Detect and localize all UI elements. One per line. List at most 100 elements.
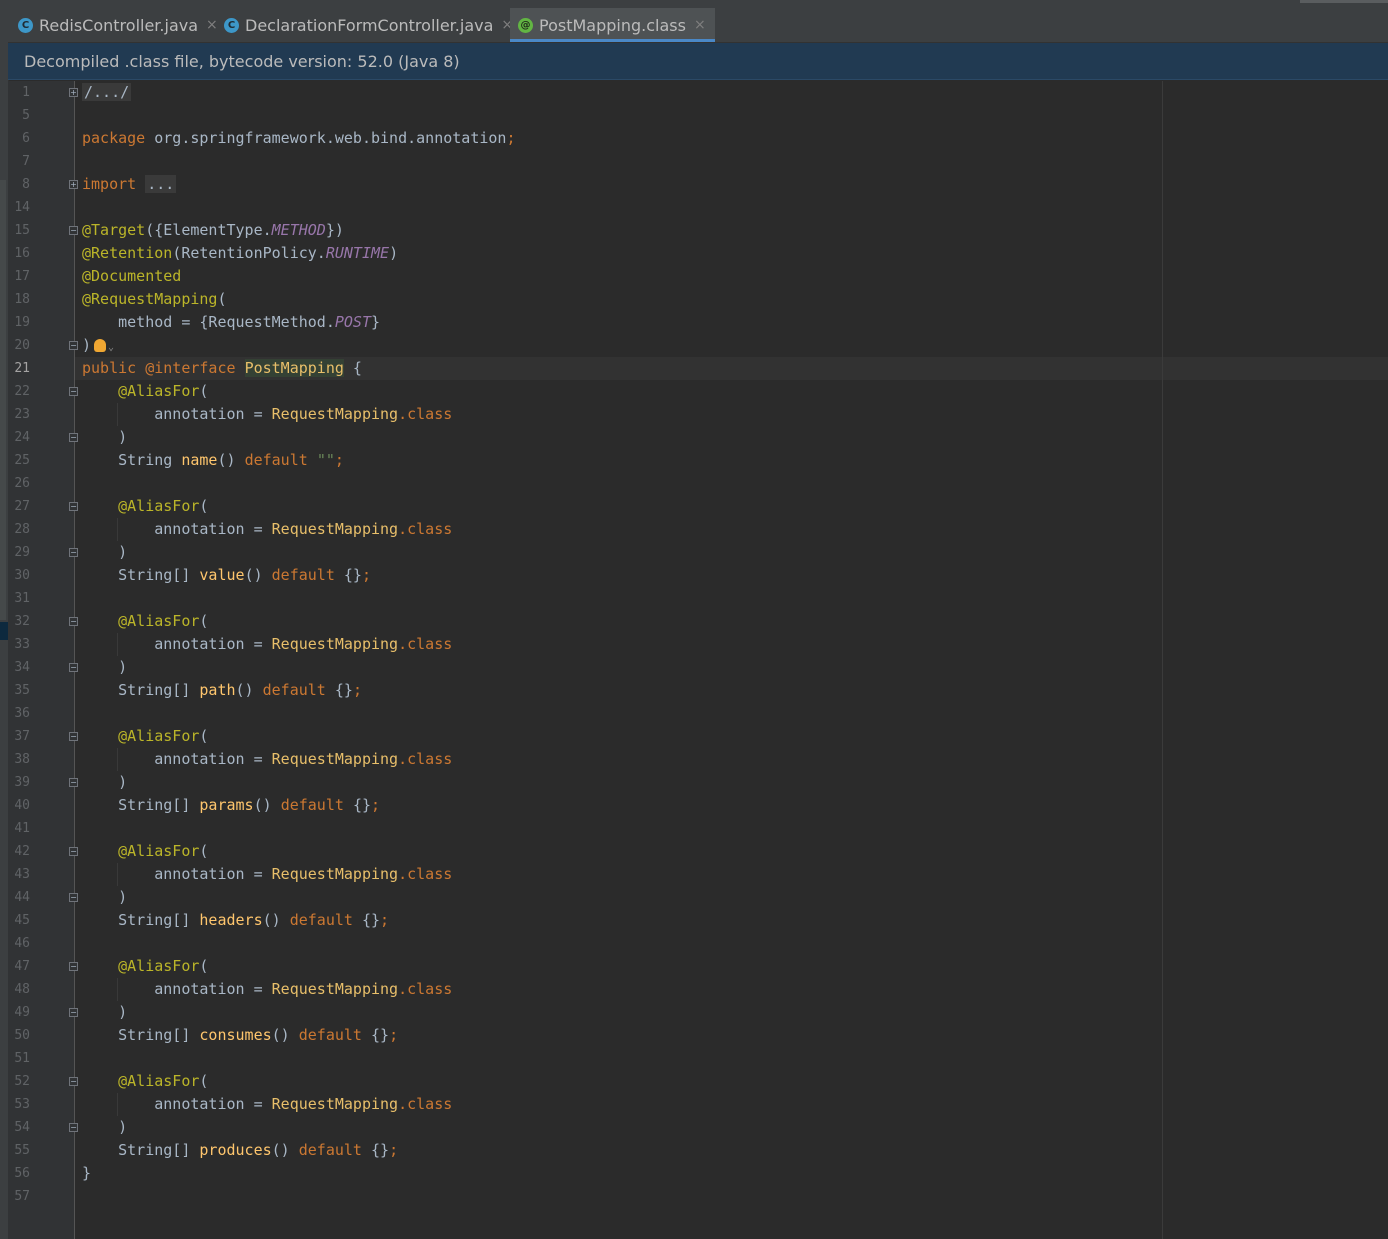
line-number: 16	[14, 246, 30, 261]
code-line-17[interactable]: @Documented	[82, 265, 181, 288]
line-number: 29	[14, 545, 30, 560]
code-line-19[interactable]: method = {RequestMethod.POST}	[82, 311, 380, 334]
right-margin-guide	[1162, 81, 1163, 1239]
fold-collapse-icon[interactable]: −	[69, 1077, 78, 1086]
code-line-1[interactable]: /.../	[82, 81, 132, 104]
close-icon[interactable]: ×	[694, 17, 706, 33]
fold-collapse-icon[interactable]: −	[69, 387, 78, 396]
fold-end-icon[interactable]: −	[69, 1008, 78, 1017]
aliasfor-close-line[interactable]: )	[82, 771, 127, 794]
aliasfor-line[interactable]: @AliasFor(	[82, 610, 208, 633]
line-number: 48	[14, 982, 30, 997]
folded-imports[interactable]: ...	[145, 175, 177, 193]
code-line-8[interactable]: import ...	[82, 173, 177, 196]
aliasfor-close-line[interactable]: )	[82, 1116, 127, 1139]
fold-end-icon[interactable]: −	[69, 1123, 78, 1132]
tab-redis-controller[interactable]: C RedisController.java ×	[18, 8, 218, 42]
aliasfor-line[interactable]: @AliasFor(	[82, 955, 208, 978]
fold-expand-icon[interactable]: +	[69, 180, 78, 189]
aliasfor-close-line[interactable]: )	[82, 541, 127, 564]
line-number: 23	[14, 407, 30, 422]
annotation-assign-line[interactable]: annotation = RequestMapping.class	[82, 978, 452, 1001]
annotation-assign-line[interactable]: annotation = RequestMapping.class	[82, 518, 452, 541]
line-number: 7	[22, 154, 30, 169]
line-number: 54	[14, 1120, 30, 1135]
line-number: 30	[14, 568, 30, 583]
line-number: 44	[14, 890, 30, 905]
folded-header[interactable]: /.../	[82, 83, 132, 101]
aliasfor-close-line[interactable]: )	[82, 886, 127, 909]
aliasfor-close-line[interactable]: )	[82, 1001, 127, 1024]
fold-collapse-icon[interactable]: −	[69, 226, 78, 235]
member-declaration[interactable]: String[] headers() default {};	[82, 909, 389, 932]
aliasfor-line[interactable]: @AliasFor(	[82, 380, 208, 403]
code-line-6[interactable]: package org.springframework.web.bind.ann…	[82, 127, 515, 150]
close-icon[interactable]: ×	[206, 17, 218, 33]
fold-collapse-icon[interactable]: −	[69, 502, 78, 511]
fold-expand-icon[interactable]: +	[69, 88, 78, 97]
line-number: 35	[14, 683, 30, 698]
line-number: 1	[22, 85, 30, 100]
line-number: 6	[22, 131, 30, 146]
line-number: 41	[14, 821, 30, 836]
line-number: 53	[14, 1097, 30, 1112]
aliasfor-line[interactable]: @AliasFor(	[82, 840, 208, 863]
fold-collapse-icon[interactable]: −	[69, 847, 78, 856]
fold-end-icon[interactable]: −	[69, 663, 78, 672]
code-line-20[interactable]: ) ⌄	[82, 334, 114, 357]
line-number: 50	[14, 1028, 30, 1043]
line-number: 52	[14, 1074, 30, 1089]
line-number: 26	[14, 476, 30, 491]
aliasfor-close-line[interactable]: )	[82, 426, 127, 449]
class-icon: C	[224, 17, 239, 33]
editor-tab-bar: C RedisController.java × C DeclarationFo…	[8, 0, 1388, 43]
tab-declaration-form-controller[interactable]: C DeclarationFormController.java ×	[224, 8, 514, 42]
member-declaration[interactable]: String[] consumes() default {};	[82, 1024, 398, 1047]
fold-collapse-icon[interactable]: −	[69, 732, 78, 741]
scroll-marker	[0, 180, 6, 620]
aliasfor-line[interactable]: @AliasFor(	[82, 495, 208, 518]
tab-post-mapping[interactable]: @ PostMapping.class ×	[510, 8, 715, 42]
annotation-assign-line[interactable]: annotation = RequestMapping.class	[82, 633, 452, 656]
line-number: 32	[14, 614, 30, 629]
code-line-15[interactable]: @Target({ElementType.METHOD})	[82, 219, 344, 242]
code-line-56[interactable]: }	[82, 1162, 91, 1185]
member-declaration[interactable]: String[] value() default {};	[82, 564, 371, 587]
fold-collapse-icon[interactable]: −	[69, 617, 78, 626]
tab-label: PostMapping.class	[539, 15, 686, 35]
aliasfor-close-line[interactable]: )	[82, 656, 127, 679]
member-declaration[interactable]: String name() default "";	[82, 449, 344, 472]
lightbulb-icon[interactable]	[94, 339, 107, 352]
fold-end-icon[interactable]: −	[69, 778, 78, 787]
aliasfor-line[interactable]: @AliasFor(	[82, 725, 208, 748]
line-number: 25	[14, 453, 30, 468]
fold-end-icon[interactable]: −	[69, 893, 78, 902]
fold-end-icon[interactable]: −	[69, 341, 78, 350]
line-number: 17	[14, 269, 30, 284]
annotation-assign-line[interactable]: annotation = RequestMapping.class	[82, 863, 452, 886]
aliasfor-line[interactable]: @AliasFor(	[82, 1070, 208, 1093]
line-number: 5	[22, 108, 30, 123]
tab-bar-corner	[1300, 0, 1388, 3]
member-declaration[interactable]: String[] path() default {};	[82, 679, 362, 702]
code-editor[interactable]: 1 5 6 7 8 14 15 16 17 18 19 20 21 22 23 24 25 26 27 28 29 30 3…	[8, 81, 1388, 1239]
line-number: 8	[22, 177, 30, 192]
fold-collapse-icon[interactable]: −	[69, 962, 78, 971]
member-declaration[interactable]: String[] params() default {};	[82, 794, 380, 817]
annotation-assign-line[interactable]: annotation = RequestMapping.class	[82, 748, 452, 771]
member-declaration[interactable]: String[] produces() default {};	[82, 1139, 398, 1162]
line-number: 19	[14, 315, 30, 330]
code-line-18[interactable]: @RequestMapping(	[82, 288, 227, 311]
fold-end-icon[interactable]: −	[69, 433, 78, 442]
line-number: 51	[14, 1051, 30, 1066]
line-number: 37	[14, 729, 30, 744]
chevron-down-icon[interactable]: ⌄	[108, 342, 114, 353]
annotation-assign-line[interactable]: annotation = RequestMapping.class	[82, 403, 452, 426]
annotation-assign-line[interactable]: annotation = RequestMapping.class	[82, 1093, 452, 1116]
line-number: 31	[14, 591, 30, 606]
code-line-21[interactable]: public @interface PostMapping {	[82, 357, 362, 380]
fold-end-icon[interactable]: −	[69, 548, 78, 557]
banner-text: Decompiled .class file, bytecode version…	[24, 51, 460, 71]
code-line-16[interactable]: @Retention(RetentionPolicy.RUNTIME)	[82, 242, 398, 265]
line-number: 20	[14, 338, 30, 353]
